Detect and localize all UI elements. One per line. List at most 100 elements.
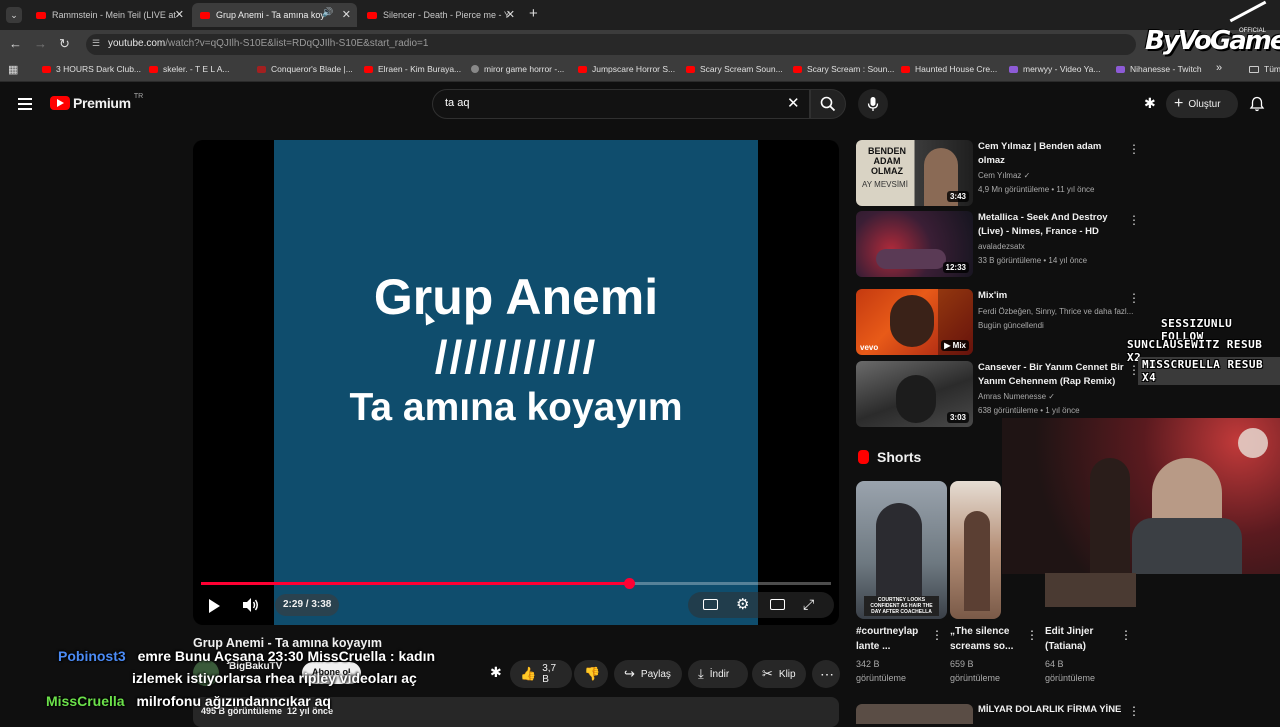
bookmark-label: Nihanesse - Twitch [1130, 64, 1202, 74]
search-button[interactable] [810, 89, 846, 119]
channel-watermark: ByVoGame OFFICIAL [1145, 26, 1280, 56]
more-options-icon[interactable]: ⋮ [1128, 213, 1140, 227]
bookmark-label: skeler. - T E L A... [163, 64, 230, 74]
more-options-icon[interactable]: ⋮ [931, 628, 943, 642]
share-arrow-icon: ↪ [624, 666, 635, 681]
chat-text: milrofonu ağızındanncıkar aq [136, 693, 331, 709]
more-options-icon[interactable]: ⋮ [1120, 628, 1132, 642]
bookmark-item[interactable]: skeler. - T E L A... [149, 64, 229, 74]
more-options-icon[interactable]: ⋮ [1128, 704, 1140, 718]
short-thumbnail[interactable] [950, 481, 1001, 619]
voice-search-button[interactable] [858, 89, 888, 119]
subtitles-icon[interactable] [703, 599, 718, 610]
bookmark-label: Elraen - Kim Buraya... [378, 64, 462, 74]
webcam-feed [1002, 418, 1280, 574]
browser-tab[interactable]: Rammstein - Mein Teil (LIVE at ✕ [28, 3, 190, 27]
recommendation-title: Cem Yılmaz | Benden adam olmaz [978, 141, 1102, 166]
like-button[interactable]: 👍 3,7 B [510, 660, 572, 688]
bookmark-item[interactable]: Jumpscare Horror S... [578, 64, 675, 74]
folder-icon [1249, 65, 1259, 73]
create-button[interactable]: + Oluştur [1166, 90, 1238, 118]
close-tab-icon[interactable]: ✕ [175, 8, 184, 21]
close-tab-icon[interactable]: ✕ [506, 8, 515, 21]
scissors-icon: ✂ [762, 666, 773, 681]
more-options-icon[interactable]: ⋮ [1128, 291, 1140, 305]
fullscreen-icon[interactable]: ⤢ [803, 596, 814, 613]
search-query: ta aq [445, 97, 470, 109]
thumbnail-person [964, 511, 990, 611]
seek-bar-played [201, 582, 630, 585]
url-host: youtube.com [108, 38, 166, 49]
next-recommendation-title: MİLYAR DOLARLIK FİRMA YİNE [978, 704, 1122, 715]
youtube-favicon-icon [793, 65, 802, 73]
video-duration: 3:43 [946, 191, 969, 202]
youtube-favicon-icon [200, 11, 210, 19]
bookmark-item[interactable]: Scary Scream Soun... [686, 64, 783, 74]
browser-tab-active[interactable]: Grup Anemi - Ta amına koy 🔊 ✕ [192, 3, 357, 27]
notifications-bell-icon[interactable] [1249, 96, 1265, 112]
address-bar-row: ← → ↻ ☰ youtube.com/watch?v=qQJIlh-S10E&… [0, 30, 1280, 58]
more-options-icon[interactable]: ⋮ [1128, 142, 1140, 156]
bookmark-item[interactable]: merwyy - Video Ya... [1009, 64, 1100, 74]
tab-list-chevron-icon[interactable]: ⌄ [6, 7, 22, 23]
chat-message: MissCruella milrofonu ağızındanncıkar aq [46, 693, 331, 709]
all-bookmarks-folder[interactable]: Tüm [1249, 64, 1280, 74]
clip-button[interactable]: ✂ Klip [752, 660, 806, 688]
video-thumbnail: BENDEN ADAM OLMAZ AY MEVSİMİ 3:43 [856, 140, 973, 206]
clear-search-icon[interactable]: ✕ [787, 94, 800, 112]
bookmark-item[interactable]: Nihanesse - Twitch [1116, 64, 1202, 74]
bookmark-item[interactable]: miror game horror -... [471, 64, 564, 74]
chat-username: MissCruella [46, 693, 125, 709]
bookmark-label: Haunted House Cre... [915, 64, 998, 74]
miniplayer-icon[interactable] [770, 599, 785, 610]
reload-icon[interactable]: ↻ [59, 36, 70, 52]
youtube-favicon-icon [901, 65, 910, 73]
video-player[interactable]: Grup Anemi /////////// Ta amına koyayım … [193, 140, 839, 625]
microphone-icon [867, 97, 879, 111]
bookmark-item[interactable]: Elraen - Kim Buraya... [364, 64, 461, 74]
forward-arrow-icon[interactable]: → [34, 36, 47, 51]
youtube-logo[interactable]: Premium TR [50, 93, 143, 111]
more-actions-button[interactable]: ⋯ [812, 660, 840, 688]
youtube-favicon-icon [36, 11, 46, 19]
youtube-favicon-icon [364, 65, 373, 73]
dislike-button[interactable]: 👎 [574, 660, 608, 688]
hamburger-menu-icon[interactable] [18, 98, 32, 110]
download-button[interactable]: ⤓ İndir [688, 660, 748, 688]
browser-tab[interactable]: Silencer - Death - Pierce me - Y ✕ [359, 3, 521, 27]
apps-grid-icon[interactable]: ▦ [8, 63, 18, 76]
recommendation-item[interactable]: vevo ▶ Mix Mix'im Ferdi Özbeğen, Sinny, … [856, 289, 1146, 355]
settings-gear-icon[interactable]: ⚙ [736, 595, 749, 613]
play-button[interactable] [209, 599, 220, 613]
bookmark-item[interactable]: Haunted House Cre... [901, 64, 997, 74]
create-video-icon[interactable]: ✱ [1144, 95, 1156, 112]
url-field[interactable]: ☰ youtube.com/watch?v=qQJIlh-S10E&list=R… [86, 34, 1136, 55]
more-options-icon[interactable]: ⋮ [1026, 628, 1038, 642]
create-clip-icon[interactable]: ✱ [490, 664, 502, 681]
bookmark-label: Scary Scream Soun... [700, 64, 783, 74]
recommendation-item[interactable]: 12:33 Metallica - Seek And Destroy (Live… [856, 211, 1146, 277]
back-arrow-icon[interactable]: ← [9, 36, 22, 51]
url-path: /watch?v=qQJIlh-S10E&list=RDqQJIlh-S10E&… [165, 38, 429, 49]
seek-bar[interactable] [201, 578, 831, 589]
logo-text: Premium [73, 95, 131, 111]
bookmark-item[interactable]: 3 HOURS Dark Club... [42, 64, 141, 74]
search-input[interactable]: ta aq ✕ [432, 89, 810, 119]
verified-check-icon: ✓ [1023, 171, 1031, 180]
chat-username: Pobinost3 [58, 648, 126, 664]
next-recommendation-thumbnail[interactable] [856, 704, 973, 724]
new-tab-button[interactable]: + [529, 5, 538, 22]
volume-icon[interactable] [242, 597, 260, 613]
bookmark-item[interactable]: Conqueror's Blade |... [257, 64, 353, 74]
share-button[interactable]: ↪ Paylaş [614, 660, 682, 688]
short-view-unit: görüntüleme [950, 673, 1001, 683]
bookmark-item[interactable]: Scary Scream : Soun... [793, 64, 894, 74]
close-tab-icon[interactable]: ✕ [342, 8, 351, 21]
bookmarks-more-button[interactable]: » [1216, 62, 1222, 74]
more-dots-icon: ⋯ [820, 665, 834, 682]
short-thumbnail[interactable]: COURTNEY LOOKS CONFIDENT AS HAIR THE DAY… [856, 481, 947, 619]
video-duration: 3:03 [946, 412, 969, 423]
speaker-icon[interactable]: 🔊 [322, 7, 333, 18]
recommendation-item[interactable]: BENDEN ADAM OLMAZ AY MEVSİMİ 3:43 Cem Yı… [856, 140, 1146, 206]
site-info-icon[interactable]: ☰ [92, 38, 100, 49]
